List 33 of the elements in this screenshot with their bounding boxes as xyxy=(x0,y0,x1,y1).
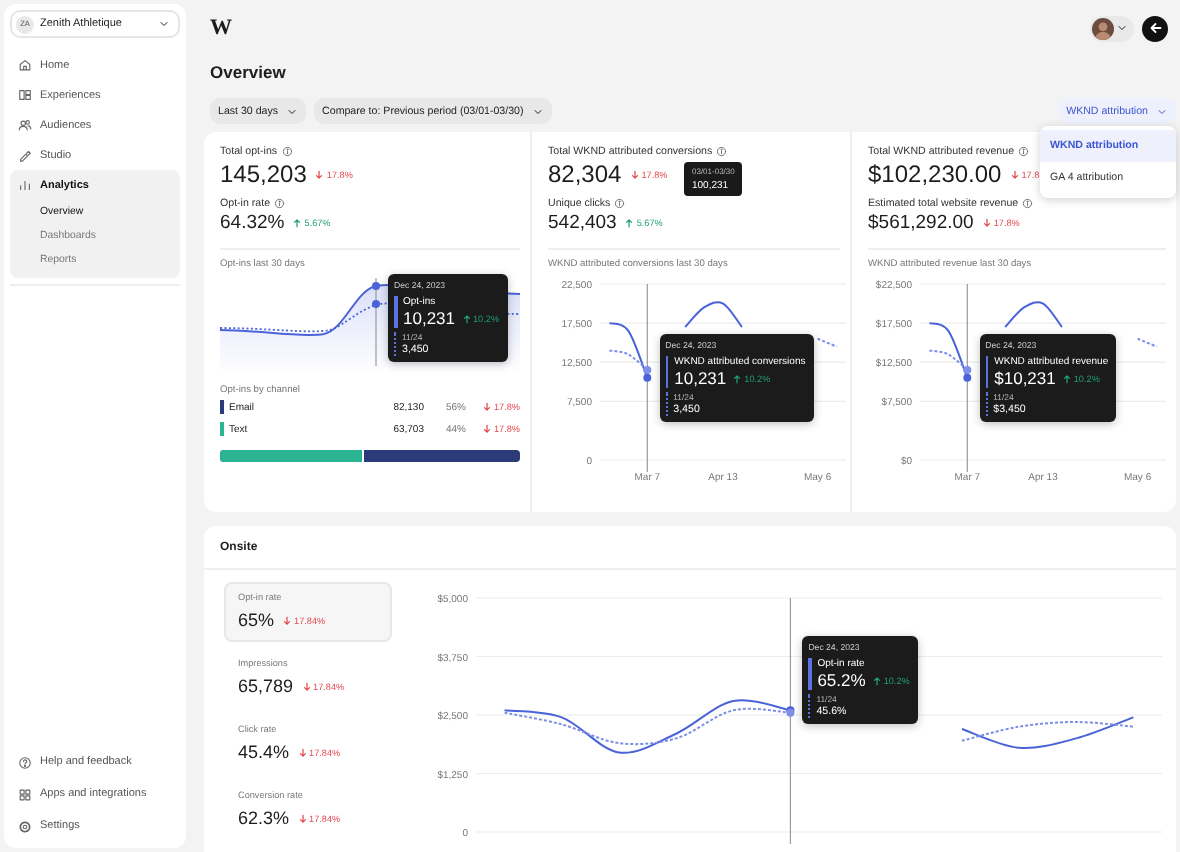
metric-value: 65,789 xyxy=(238,674,294,698)
tooltip-value: 65.2% xyxy=(817,670,866,690)
home-icon xyxy=(18,58,32,72)
logo: W xyxy=(210,16,232,40)
metric-value: 145,203 xyxy=(220,158,307,190)
people-icon xyxy=(18,118,32,132)
caret-icon xyxy=(1156,105,1168,117)
metric-value: $561,292.00 xyxy=(868,210,974,236)
caret-icon xyxy=(286,105,299,117)
caret-icon xyxy=(1116,22,1128,34)
metric-value: $102,230.00 xyxy=(868,158,1002,190)
metric-value: 65% xyxy=(238,608,275,632)
bar-chart-icon xyxy=(18,178,32,192)
back-arrow-icon xyxy=(1147,20,1163,36)
caret-icon xyxy=(158,18,170,30)
help-icon xyxy=(18,755,32,769)
avatar xyxy=(1092,17,1114,39)
metric-value: 45.4% xyxy=(238,740,290,764)
back-button[interactable] xyxy=(1142,15,1168,41)
tooltip-value: 10,231 xyxy=(403,308,455,328)
brush-icon xyxy=(18,148,32,162)
tooltip-value: $10,231 xyxy=(994,368,1056,388)
account-button[interactable] xyxy=(1090,15,1134,41)
metric-value: 82,304 xyxy=(548,158,622,190)
layout-icon xyxy=(18,88,32,102)
tooltip-value: 10,231 xyxy=(674,368,727,388)
settings-icon xyxy=(18,819,32,833)
page-title: Overview xyxy=(210,62,288,82)
apps-icon xyxy=(18,787,32,801)
metric-value: 62.3% xyxy=(238,806,290,830)
caret-icon xyxy=(531,105,544,117)
metric-value: 542,403 xyxy=(548,210,617,236)
metric-value: 64.32% xyxy=(220,210,285,236)
